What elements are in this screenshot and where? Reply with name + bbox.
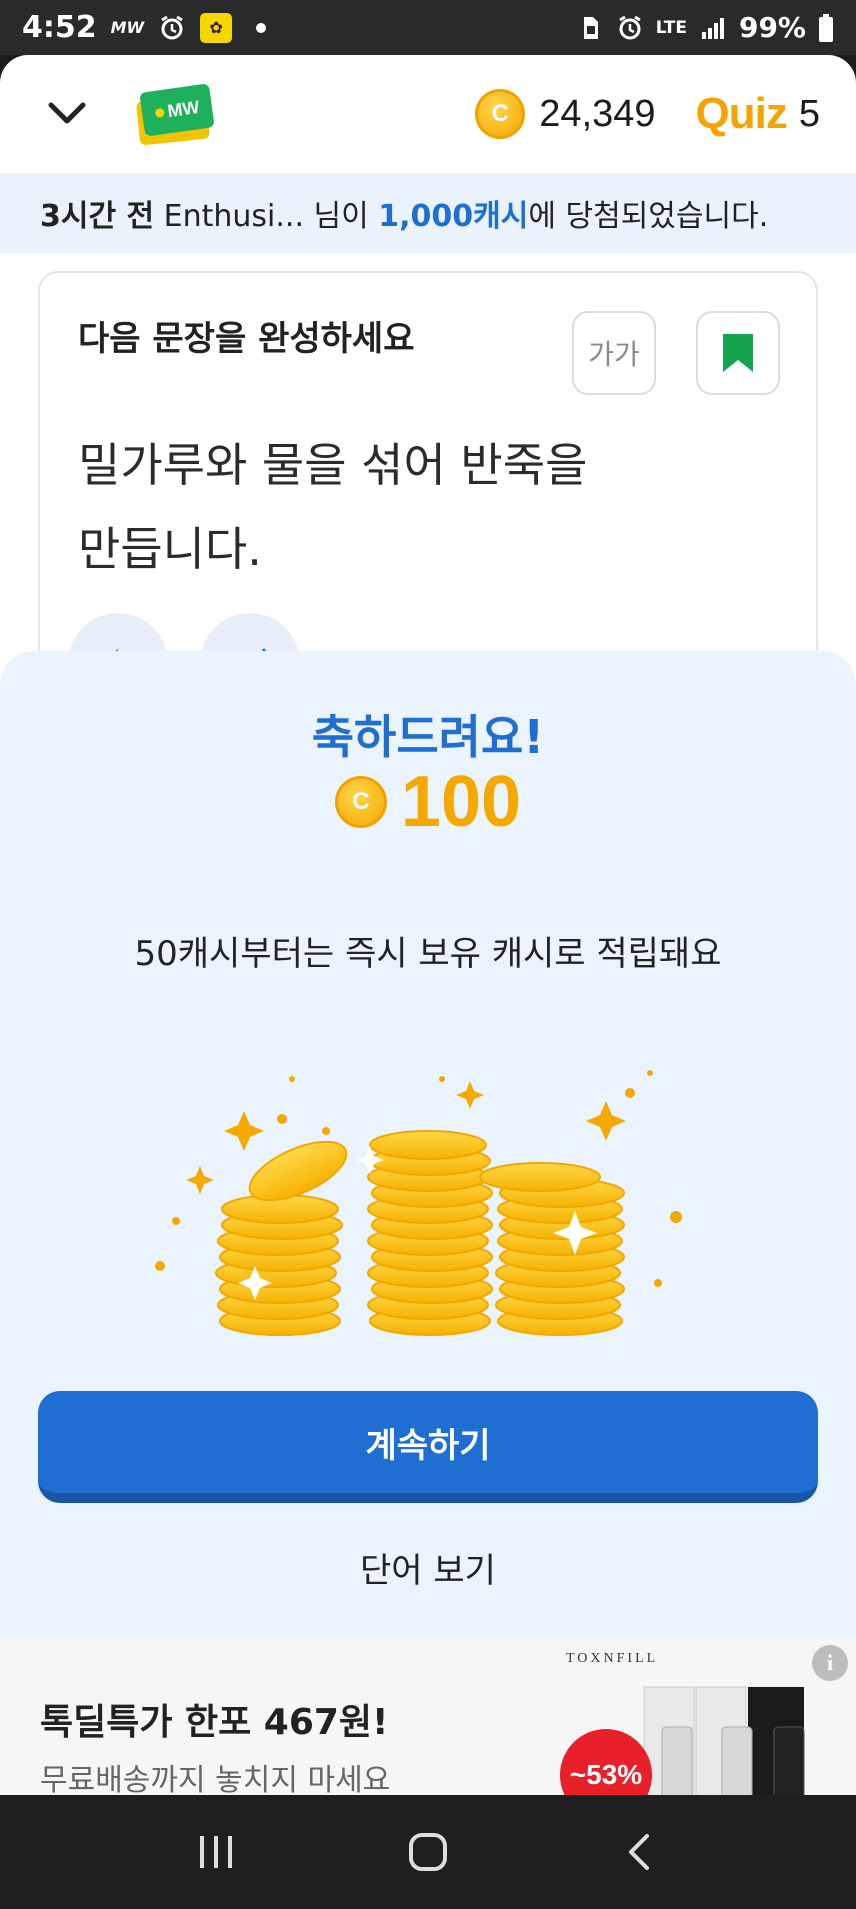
status-bar: 4:52 MW ✿ LTE 99% [0,0,856,55]
coin-icon: C [475,89,526,139]
ad-brand: TOXNFILL [566,1651,659,1666]
question-sentence: 밀가루와 물을 섞어 반죽을 만듭니다. [78,423,678,591]
reward-sheet: 축하드려요! C 100 50캐시부터는 즉시 보유 캐시로 적립돼요 계속하기… [0,651,856,1795]
question-card: 다음 문장을 완성하세요 가가 밀가루와 물을 섞어 반죽을 만듭니다. [38,271,818,713]
alarm-icon-2 [618,15,641,39]
back-icon [629,1834,649,1870]
sim-icon [583,16,598,39]
battery-percent: 99% [738,11,806,44]
banner-amount: 1,000캐시 [378,199,529,234]
font-size-button[interactable]: 가가 [572,311,656,395]
status-mw-label: MW [110,18,145,37]
view-word-button[interactable]: 단어 보기 [0,1543,856,1592]
coin-balance: 24,349 [539,92,656,135]
back-button[interactable] [595,1817,685,1887]
logo-text: MW [166,96,201,121]
bookmark-icon [723,334,753,372]
home-button[interactable] [383,1817,473,1887]
ad-info-icon[interactable]: i [812,1645,848,1681]
recent-apps-button[interactable] [171,1817,261,1887]
reward-amount-row: C 100 [0,761,856,843]
continue-button[interactable]: 계속하기 [38,1391,818,1503]
app-logo: MW [135,83,215,146]
banner-user: Enthusi... 님이 [154,199,379,234]
status-time: 4:52 [22,10,97,45]
alarm-icon [161,15,183,39]
sentence-line-2: 만듭니다. [78,522,262,576]
congrats-title: 축하드려요! [311,710,545,764]
collapse-button[interactable] [42,89,92,139]
ad-banner[interactable]: 톡딜특가 한포 467원! 무료배송까지 놓치지 마세요 TOXNFILL i … [0,1637,856,1795]
app-screen: MW C 24,349 Quiz 5 3시간 전 Enthusi... 님이 1… [0,55,856,1795]
battery-icon [819,13,833,42]
ad-subtitle: 무료배송까지 놓치지 마세요 [40,1763,391,1795]
coin-stacks-illustration [155,1070,682,1336]
reward-subtext: 50캐시부터는 즉시 보유 캐시로 적립돼요 [134,934,722,974]
recent-apps-icon [200,1836,232,1868]
reward-coin-icon: C [334,776,387,828]
quiz-logo: Quiz [695,89,788,138]
bookmark-button[interactable] [696,311,780,395]
chevron-down-icon [48,102,86,124]
app-header: MW C 24,349 Quiz 5 [0,55,856,173]
ad-product-image [643,1686,805,1795]
kakao-notification-icon: ✿ [200,12,233,43]
quiz-count: 5 [798,92,820,135]
ad-title: 톡딜특가 한포 467원! [40,1702,389,1743]
sentence-line-1: 밀가루와 물을 섞어 반죽을 [78,438,588,492]
signal-icon [701,17,724,39]
banner-suffix: 에 당첨되었습니다. [528,199,769,234]
network-type: LTE [655,17,687,38]
winner-banner: 3시간 전 Enthusi... 님이 1,000캐시 에 당첨되었습니다. [0,173,856,253]
notification-dot-icon [256,22,267,33]
question-title: 다음 문장을 완성하세요 [78,319,415,359]
home-icon [409,1833,447,1871]
discount-badge: ~53% [560,1729,652,1795]
banner-time: 3시간 전 [40,199,155,234]
reward-amount: 100 [400,762,522,842]
system-nav-bar [0,1795,856,1909]
